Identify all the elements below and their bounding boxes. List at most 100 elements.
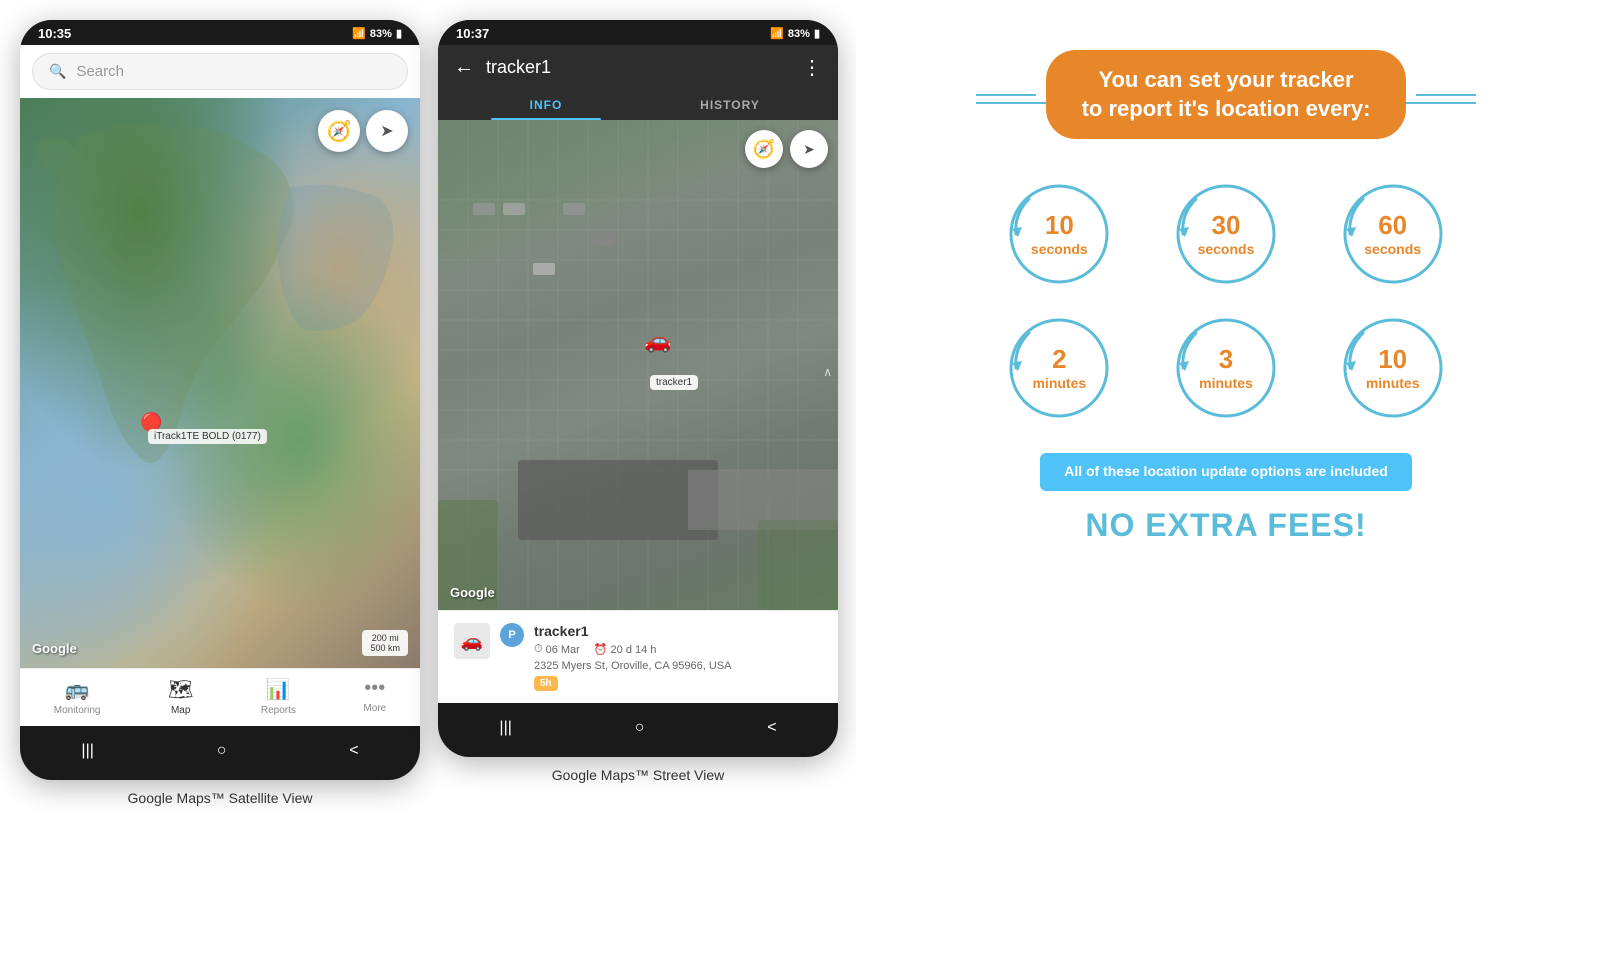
scale-line2: 500 km: [370, 643, 400, 653]
headline-text: You can set your tracker to report it's …: [1082, 66, 1371, 123]
interval-10sec: 10 seconds: [986, 179, 1133, 289]
caption-left: Google Maps™ Satellite View: [120, 790, 320, 806]
nav-reports[interactable]: 📊 Reports: [261, 677, 296, 716]
map-icon: 🗺: [168, 677, 193, 702]
included-box: All of these location update options are…: [1040, 453, 1412, 491]
nav-reports-label: Reports: [261, 705, 296, 716]
interval-30sec: 30 seconds: [1153, 179, 1300, 289]
back-button[interactable]: <: [329, 736, 378, 766]
recents-button-2[interactable]: |||: [479, 713, 531, 743]
no-fees-text: NO EXTRA FEES!: [1085, 507, 1366, 544]
search-placeholder: Search: [76, 63, 124, 80]
google-watermark-1: Google: [32, 641, 77, 656]
map-pin-label: iTrack1TE BOLD (0177): [148, 429, 267, 444]
google-watermark-2: Google: [450, 585, 495, 600]
tracker-tabs: INFO HISTORY: [454, 88, 822, 120]
search-bar-container: 🔍 Search: [20, 45, 420, 98]
phone1-battery-icon: ▮: [396, 27, 402, 40]
tracker-header: ← tracker1 ⋮ INFO HISTORY: [438, 45, 838, 120]
circle-unit-30sec: seconds: [1198, 241, 1255, 258]
interval-60sec: 60 seconds: [1319, 179, 1466, 289]
included-text: All of these location update options are…: [1064, 463, 1388, 479]
phone2-mock: 10:37 📶 83% ▮ ← tracker1 ⋮ INFO: [438, 20, 838, 757]
phone1-time: 10:35: [38, 26, 71, 41]
home-button[interactable]: ○: [197, 736, 247, 766]
search-icon: 🔍: [49, 63, 66, 80]
circle-number-10min: 10: [1366, 344, 1420, 375]
parking-lot-overlay: [438, 120, 838, 610]
system-navigation-1: ||| ○ <: [20, 726, 420, 780]
headline-line2: to report it's location every:: [1082, 96, 1371, 121]
parking-badge: P: [500, 623, 524, 647]
tab-history[interactable]: HISTORY: [638, 88, 822, 120]
monitoring-icon: 🚌: [65, 677, 90, 702]
tracker-address: 2325 Myers St, Oroville, CA 95966, USA: [534, 660, 822, 672]
circle-unit-60sec: seconds: [1364, 241, 1421, 258]
nav-map[interactable]: 🗺 Map: [168, 677, 193, 716]
clock-icon: ⏱: [534, 643, 543, 656]
back-button-2[interactable]: ←: [454, 56, 474, 79]
parking-map-bg: [438, 120, 838, 610]
compass-button[interactable]: 🧭: [318, 110, 360, 152]
circle-number-2min: 2: [1032, 344, 1086, 375]
tracker-date: ⏱ 06 Mar: [534, 643, 580, 656]
timer-icon: ⏰: [594, 643, 608, 656]
scale-bar: 200 mi 500 km: [362, 630, 408, 656]
nav-monitoring[interactable]: 🚌 Monitoring: [54, 677, 101, 716]
system-navigation-2: ||| ○ <: [438, 703, 838, 757]
info-panel: You can set your tracker to report it's …: [856, 20, 1596, 900]
update-intervals-grid: 10 seconds 30 seconds: [986, 179, 1466, 423]
direction-button[interactable]: ➤: [366, 110, 408, 152]
phone1-battery: 83%: [370, 28, 392, 40]
tracker-duration: ⏰ 20 d 14 h: [594, 643, 657, 656]
interval-3min: 3 minutes: [1153, 313, 1300, 423]
direction-button-2[interactable]: ➤: [790, 130, 828, 168]
search-input-field[interactable]: 🔍 Search: [32, 53, 408, 90]
circle-number-3min: 3: [1199, 344, 1253, 375]
tab-info[interactable]: INFO: [454, 88, 638, 120]
phone2-time: 10:37: [456, 26, 489, 41]
phone1-status-bar: 10:35 📶 83% ▮: [20, 20, 420, 45]
map-continent-overlay: [20, 98, 420, 668]
tracker-car-icon: 🚗: [454, 623, 490, 659]
tracker-pin-label: tracker1: [650, 375, 698, 390]
interval-10min: 10 minutes: [1319, 313, 1466, 423]
more-button-2[interactable]: ⋮: [802, 55, 822, 80]
bottom-navigation: 🚌 Monitoring 🗺 Map 📊 Reports ••• More: [20, 668, 420, 726]
scale-line1: 200 mi: [370, 633, 400, 643]
phone2-status-bar: 10:37 📶 83% ▮: [438, 20, 838, 45]
circle-unit-3min: minutes: [1199, 375, 1253, 392]
circle-unit-2min: minutes: [1032, 375, 1086, 392]
circle-number-60sec: 60: [1364, 210, 1421, 241]
compass-icon-2: 🧭: [753, 139, 775, 160]
recents-button[interactable]: |||: [61, 736, 113, 766]
circle-unit-10sec: seconds: [1031, 241, 1088, 258]
nav-more-label: More: [363, 703, 386, 714]
compass-button-2[interactable]: 🧭: [745, 130, 783, 168]
caption-right: Google Maps™ Street View: [538, 767, 738, 783]
tracker-satellite-map[interactable]: 🧭 ➤ 🚗 tracker1 Google ∧: [438, 120, 838, 610]
phone2-battery-icon: ▮: [814, 27, 820, 40]
tracker-meta: ⏱ 06 Mar ⏰ 20 d 14 h: [534, 643, 822, 656]
circle-number-30sec: 30: [1198, 210, 1255, 241]
nav-more[interactable]: ••• More: [363, 677, 386, 716]
phone2-signal-icon: 📶: [770, 27, 784, 40]
interval-2min: 2 minutes: [986, 313, 1133, 423]
car-pin: 🚗: [644, 328, 671, 354]
reports-icon: 📊: [266, 677, 291, 702]
tracker-info-card: 🚗 P tracker1 ⏱ 06 Mar ⏰: [438, 610, 838, 703]
map-background: [20, 98, 420, 668]
phone1-signal-icon: 📶: [352, 27, 366, 40]
circle-unit-10min: minutes: [1366, 375, 1420, 392]
nav-monitoring-label: Monitoring: [54, 705, 101, 716]
compass-icon: 🧭: [327, 119, 352, 144]
direction-icon: ➤: [380, 121, 393, 141]
circle-number-10sec: 10: [1031, 210, 1088, 241]
home-button-2[interactable]: ○: [615, 713, 665, 743]
more-icon: •••: [364, 677, 385, 700]
back-button-3[interactable]: <: [747, 713, 796, 743]
phone2-battery: 83%: [788, 28, 810, 40]
satellite-map[interactable]: 🧭 ➤ 🔴 iTrack1TE BOLD (0177) 200 mi 500 k…: [20, 98, 420, 668]
nav-map-label: Map: [171, 705, 190, 716]
tracker-title: tracker1: [486, 57, 790, 78]
